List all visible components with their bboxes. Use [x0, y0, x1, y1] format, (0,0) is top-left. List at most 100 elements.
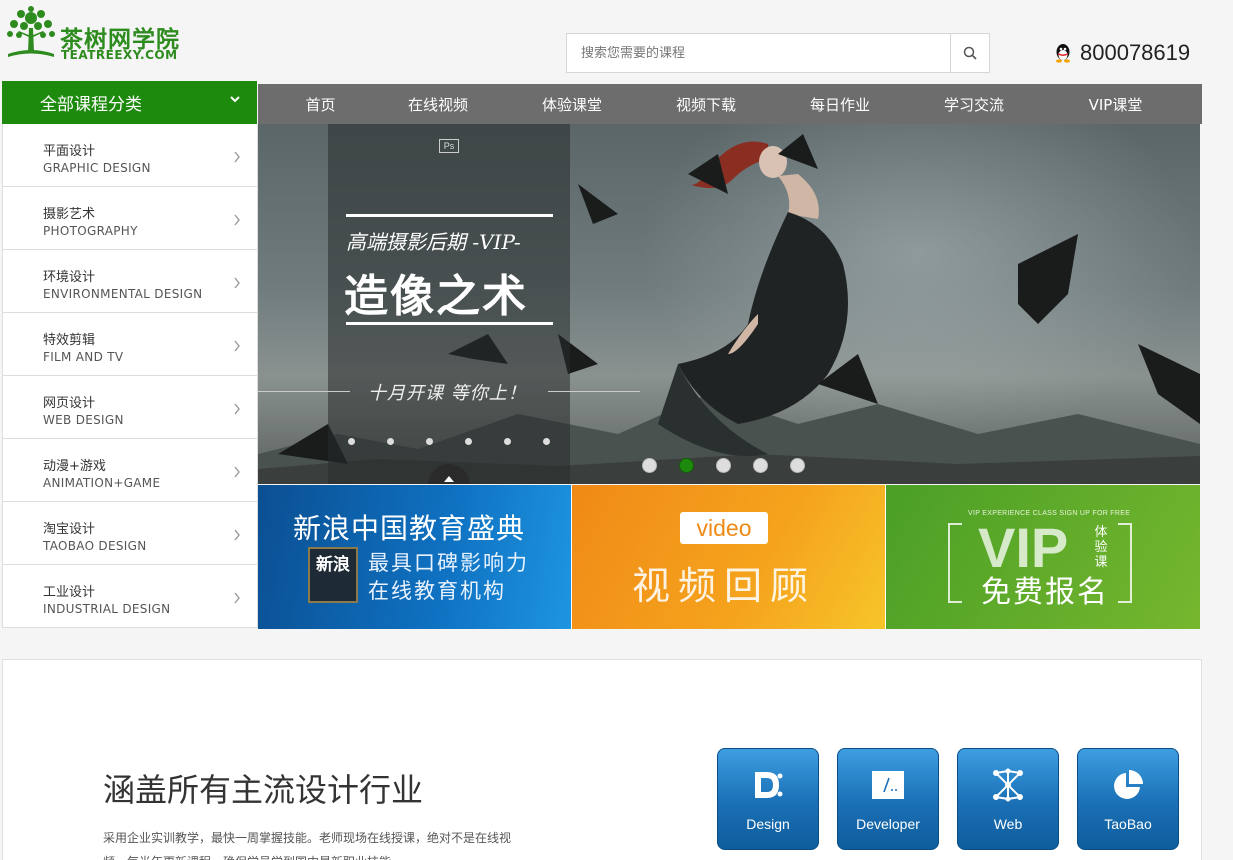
chevron-right-icon: [234, 592, 240, 604]
category-item[interactable]: 环境设计 ENVIRONMENTAL DESIGN: [3, 250, 257, 313]
slider-dot[interactable]: [790, 458, 805, 473]
section-heading: 涵盖所有主流设计行业: [103, 771, 424, 809]
category-name-zh: 淘宝设计: [43, 522, 96, 537]
chevron-right-icon: [234, 529, 240, 541]
promo-tile-video[interactable]: video 视频回顾: [572, 485, 886, 629]
nav-item[interactable]: 视频下载: [651, 84, 761, 124]
category-item[interactable]: 动漫+游戏 ANIMATION+GAME: [3, 439, 257, 502]
category-name-zh: 环境设计: [43, 270, 96, 285]
banner-decor-dots: [348, 438, 550, 445]
card-web-label: Web: [993, 816, 1023, 832]
category-name-en: WEB DESIGN: [43, 413, 124, 427]
sina-logo: 新浪: [308, 547, 358, 603]
video-title: 视频回顾: [632, 564, 817, 608]
qq-penguin-icon: [1056, 44, 1070, 63]
category-name-en: GRAPHIC DESIGN: [43, 161, 151, 175]
code-icon: [872, 771, 904, 799]
vip-bracket-right: [1118, 523, 1132, 603]
category-name-zh: 摄影艺术: [43, 207, 96, 222]
chevron-right-icon: [234, 214, 240, 226]
banner-sub-line-left: [258, 391, 350, 392]
banner-rule-top: [346, 214, 553, 217]
chevron-right-icon: [234, 340, 240, 352]
sina-line-2: 在线教育机构: [368, 579, 506, 603]
tree-logo-icon: [7, 6, 55, 57]
search-icon: [963, 46, 977, 60]
category-name-en: INDUSTRIAL DESIGN: [43, 602, 171, 616]
card-developer-label: Developer: [856, 816, 920, 832]
vip-side-text: 体验课: [1094, 525, 1108, 570]
category-name-zh: 动漫+游戏: [43, 459, 106, 474]
chevron-right-icon: [234, 151, 240, 163]
network-icon: [993, 768, 1023, 802]
nav-item[interactable]: VIP课堂: [1029, 84, 1202, 124]
brand-domain: TEATREEXY.COM: [61, 48, 178, 62]
chevron-right-icon: [234, 277, 240, 289]
nav-item[interactable]: 学习交流: [919, 84, 1029, 124]
main-nav: 首页 在线视频 体验课堂 视频下载 每日作业 学习交流 VIP课堂: [258, 84, 1202, 124]
category-name-en: ENVIRONMENTAL DESIGN: [43, 287, 203, 301]
pie-chart-icon: [1114, 770, 1143, 799]
design-icon: [755, 772, 783, 798]
industries-section: 涵盖所有主流设计行业 采用企业实训教学，最快一周掌握技能。老师现场在线授课，绝对…: [2, 659, 1202, 860]
category-name-zh: 特效剪辑: [43, 333, 96, 348]
category-item[interactable]: 淘宝设计 TAOBAO DESIGN: [3, 502, 257, 565]
category-name-zh: 平面设计: [43, 144, 96, 159]
category-name-en: ANIMATION+GAME: [43, 476, 161, 490]
card-taobao[interactable]: TaoBao: [1077, 748, 1179, 850]
nav-item[interactable]: 首页: [258, 84, 383, 124]
slider-dot[interactable]: [642, 458, 657, 473]
video-pill: video: [680, 512, 768, 544]
vip-bracket-left: [948, 523, 962, 603]
nav-item[interactable]: 体验课堂: [493, 84, 651, 124]
slider-dot[interactable]: [716, 458, 731, 473]
promo-tile-vip[interactable]: VIP EXPERIENCE CLASS SIGN UP FOR FREE VI…: [886, 485, 1200, 629]
card-web[interactable]: Web: [957, 748, 1059, 850]
search-input[interactable]: [567, 34, 951, 72]
category-item[interactable]: 平面设计 GRAPHIC DESIGN: [3, 124, 257, 187]
slider-pagination: [642, 458, 805, 473]
promo-tile-sina[interactable]: 新浪中国教育盛典 新浪 最具口碑影响力 在线教育机构: [258, 485, 572, 629]
chevron-right-icon: [234, 403, 240, 415]
card-design-label: Design: [746, 816, 790, 832]
category-name-en: PHOTOGRAPHY: [43, 224, 138, 238]
banner-sub-line-right: [548, 391, 640, 392]
category-item[interactable]: 摄影艺术 PHOTOGRAPHY: [3, 187, 257, 250]
category-name-en: FILM AND TV: [43, 350, 124, 364]
banner-rule-bottom: [346, 322, 553, 325]
section-description: 采用企业实训教学，最快一周掌握技能。老师现场在线授课，绝对不是在线视频，每半年更…: [103, 831, 512, 860]
photoshop-badge: Ps: [439, 139, 459, 153]
category-item[interactable]: 工业设计 INDUSTRIAL DESIGN: [3, 565, 257, 627]
category-name-zh: 工业设计: [43, 585, 96, 600]
site-logo[interactable]: 茶树网学院 TEATREEXY.COM: [4, 4, 184, 66]
card-design[interactable]: Design: [717, 748, 819, 850]
slider-dot[interactable]: [679, 458, 694, 473]
chevron-right-icon: [234, 466, 240, 478]
all-categories-label: 全部课程分类: [40, 95, 142, 115]
qq-contact[interactable]: 800078619: [1054, 38, 1190, 68]
banner-subtitle: 十月开课 等你上！: [368, 383, 527, 404]
chevron-down-icon: [230, 96, 240, 103]
category-item[interactable]: 特效剪辑 FILM AND TV: [3, 313, 257, 376]
promo-tiles: 新浪中国教育盛典 新浪 最具口碑影响力 在线教育机构 video 视频回顾 VI…: [258, 485, 1200, 629]
banner-title-small: 高端摄影后期 -VIP-: [346, 230, 521, 254]
all-categories-toggle[interactable]: 全部课程分类: [2, 81, 257, 124]
category-name-en: TAOBAO DESIGN: [43, 539, 147, 553]
category-list: 平面设计 GRAPHIC DESIGN 摄影艺术 PHOTOGRAPHY 环境设计 ENV…: [2, 124, 258, 628]
chevron-up-icon: [444, 476, 454, 482]
sina-title: 新浪中国教育盛典: [293, 512, 526, 545]
nav-item[interactable]: 每日作业: [761, 84, 919, 124]
category-name-zh: 网页设计: [43, 396, 96, 411]
hero-banner[interactable]: Ps 高端摄影后期 -VIP- 造像之术 十月开课 等你上！: [258, 124, 1200, 484]
qq-number: 800078619: [1080, 40, 1191, 65]
search-bar: [566, 33, 990, 73]
category-item[interactable]: 网页设计 WEB DESIGN: [3, 376, 257, 439]
banner-title-big: 造像之术: [344, 271, 528, 322]
sina-line-1: 最具口碑影响力: [368, 551, 529, 575]
slider-dot[interactable]: [753, 458, 768, 473]
vip-free-signup: 免费报名: [981, 575, 1109, 610]
card-developer[interactable]: Developer: [837, 748, 939, 850]
card-taobao-label: TaoBao: [1104, 816, 1152, 832]
search-button[interactable]: [950, 34, 989, 72]
nav-item[interactable]: 在线视频: [383, 84, 493, 124]
